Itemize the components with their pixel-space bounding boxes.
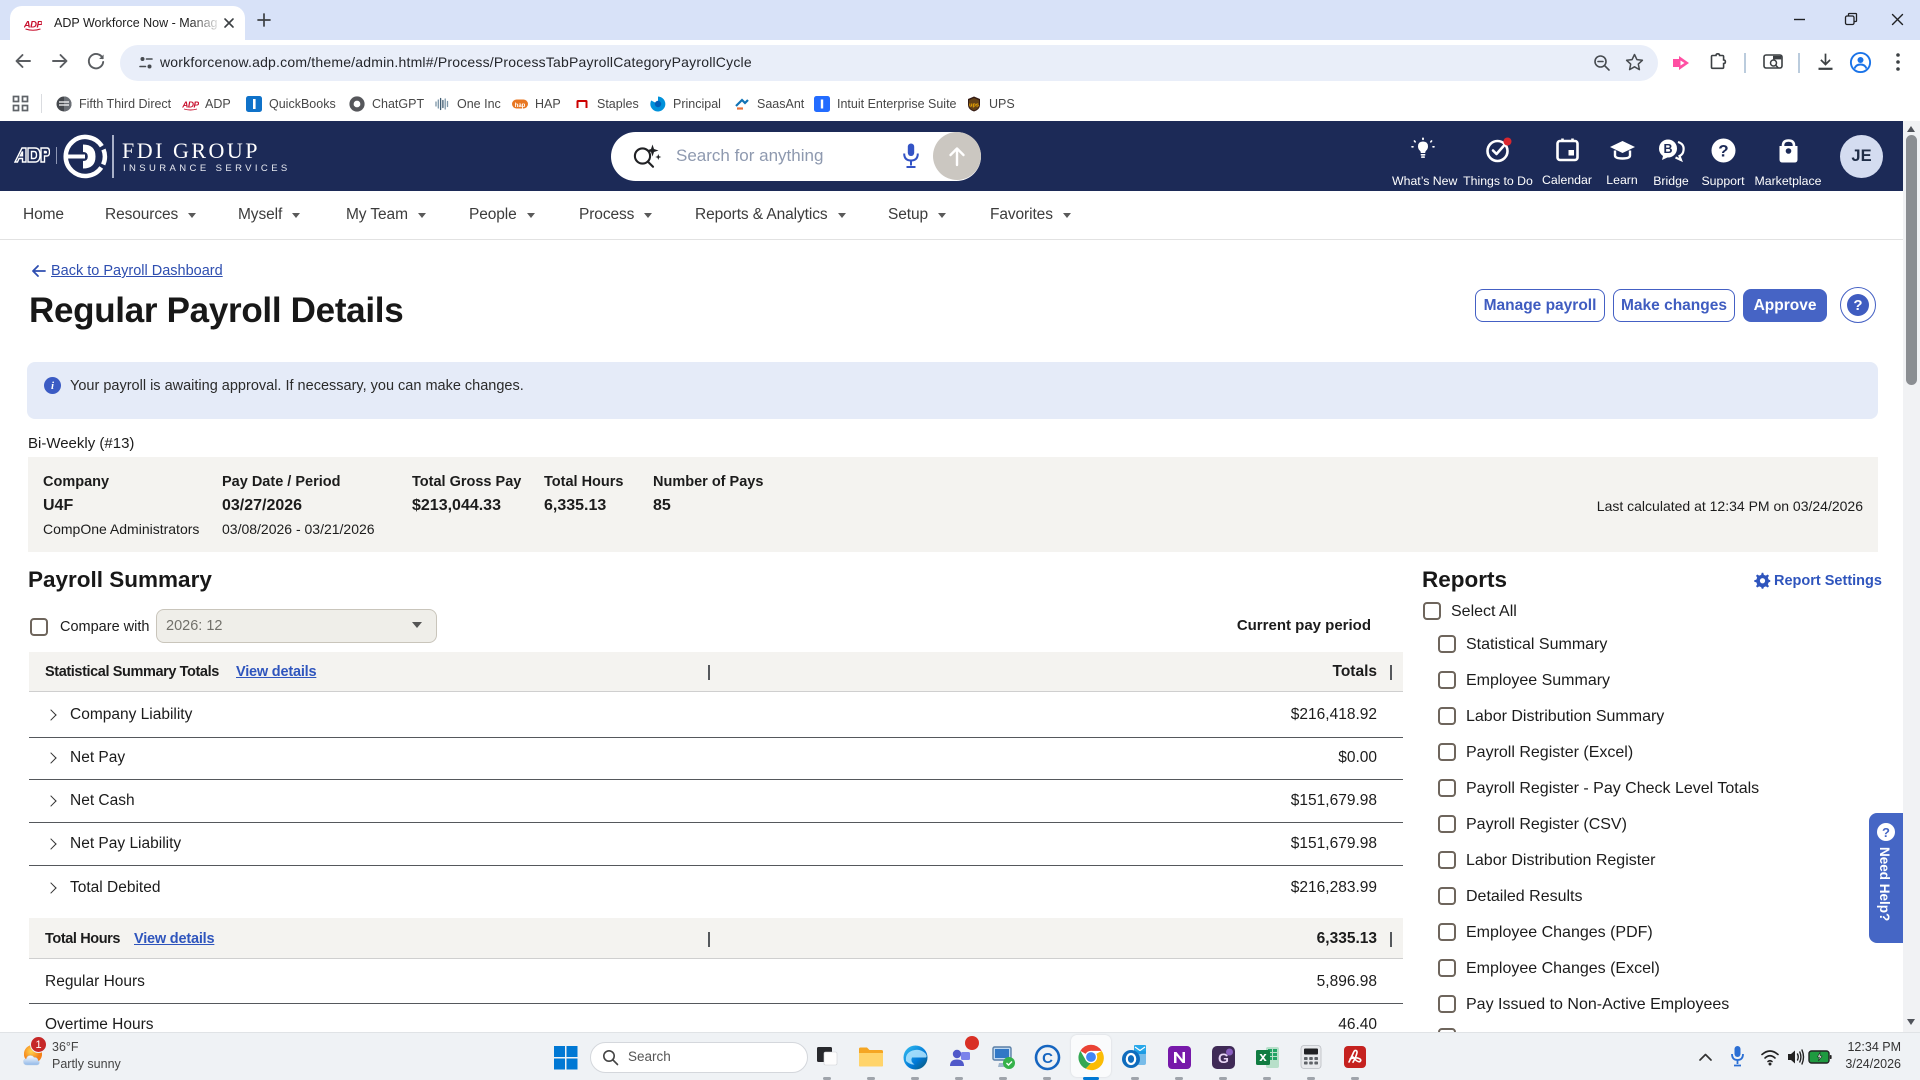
- svg-text:ups: ups: [969, 102, 979, 108]
- svg-text:B: B: [1663, 142, 1672, 156]
- svg-text:?: ?: [1718, 142, 1728, 161]
- svg-text:ADP: ADP: [182, 99, 199, 109]
- svg-text:hap: hap: [515, 102, 526, 108]
- svg-text:C: C: [1042, 1050, 1053, 1067]
